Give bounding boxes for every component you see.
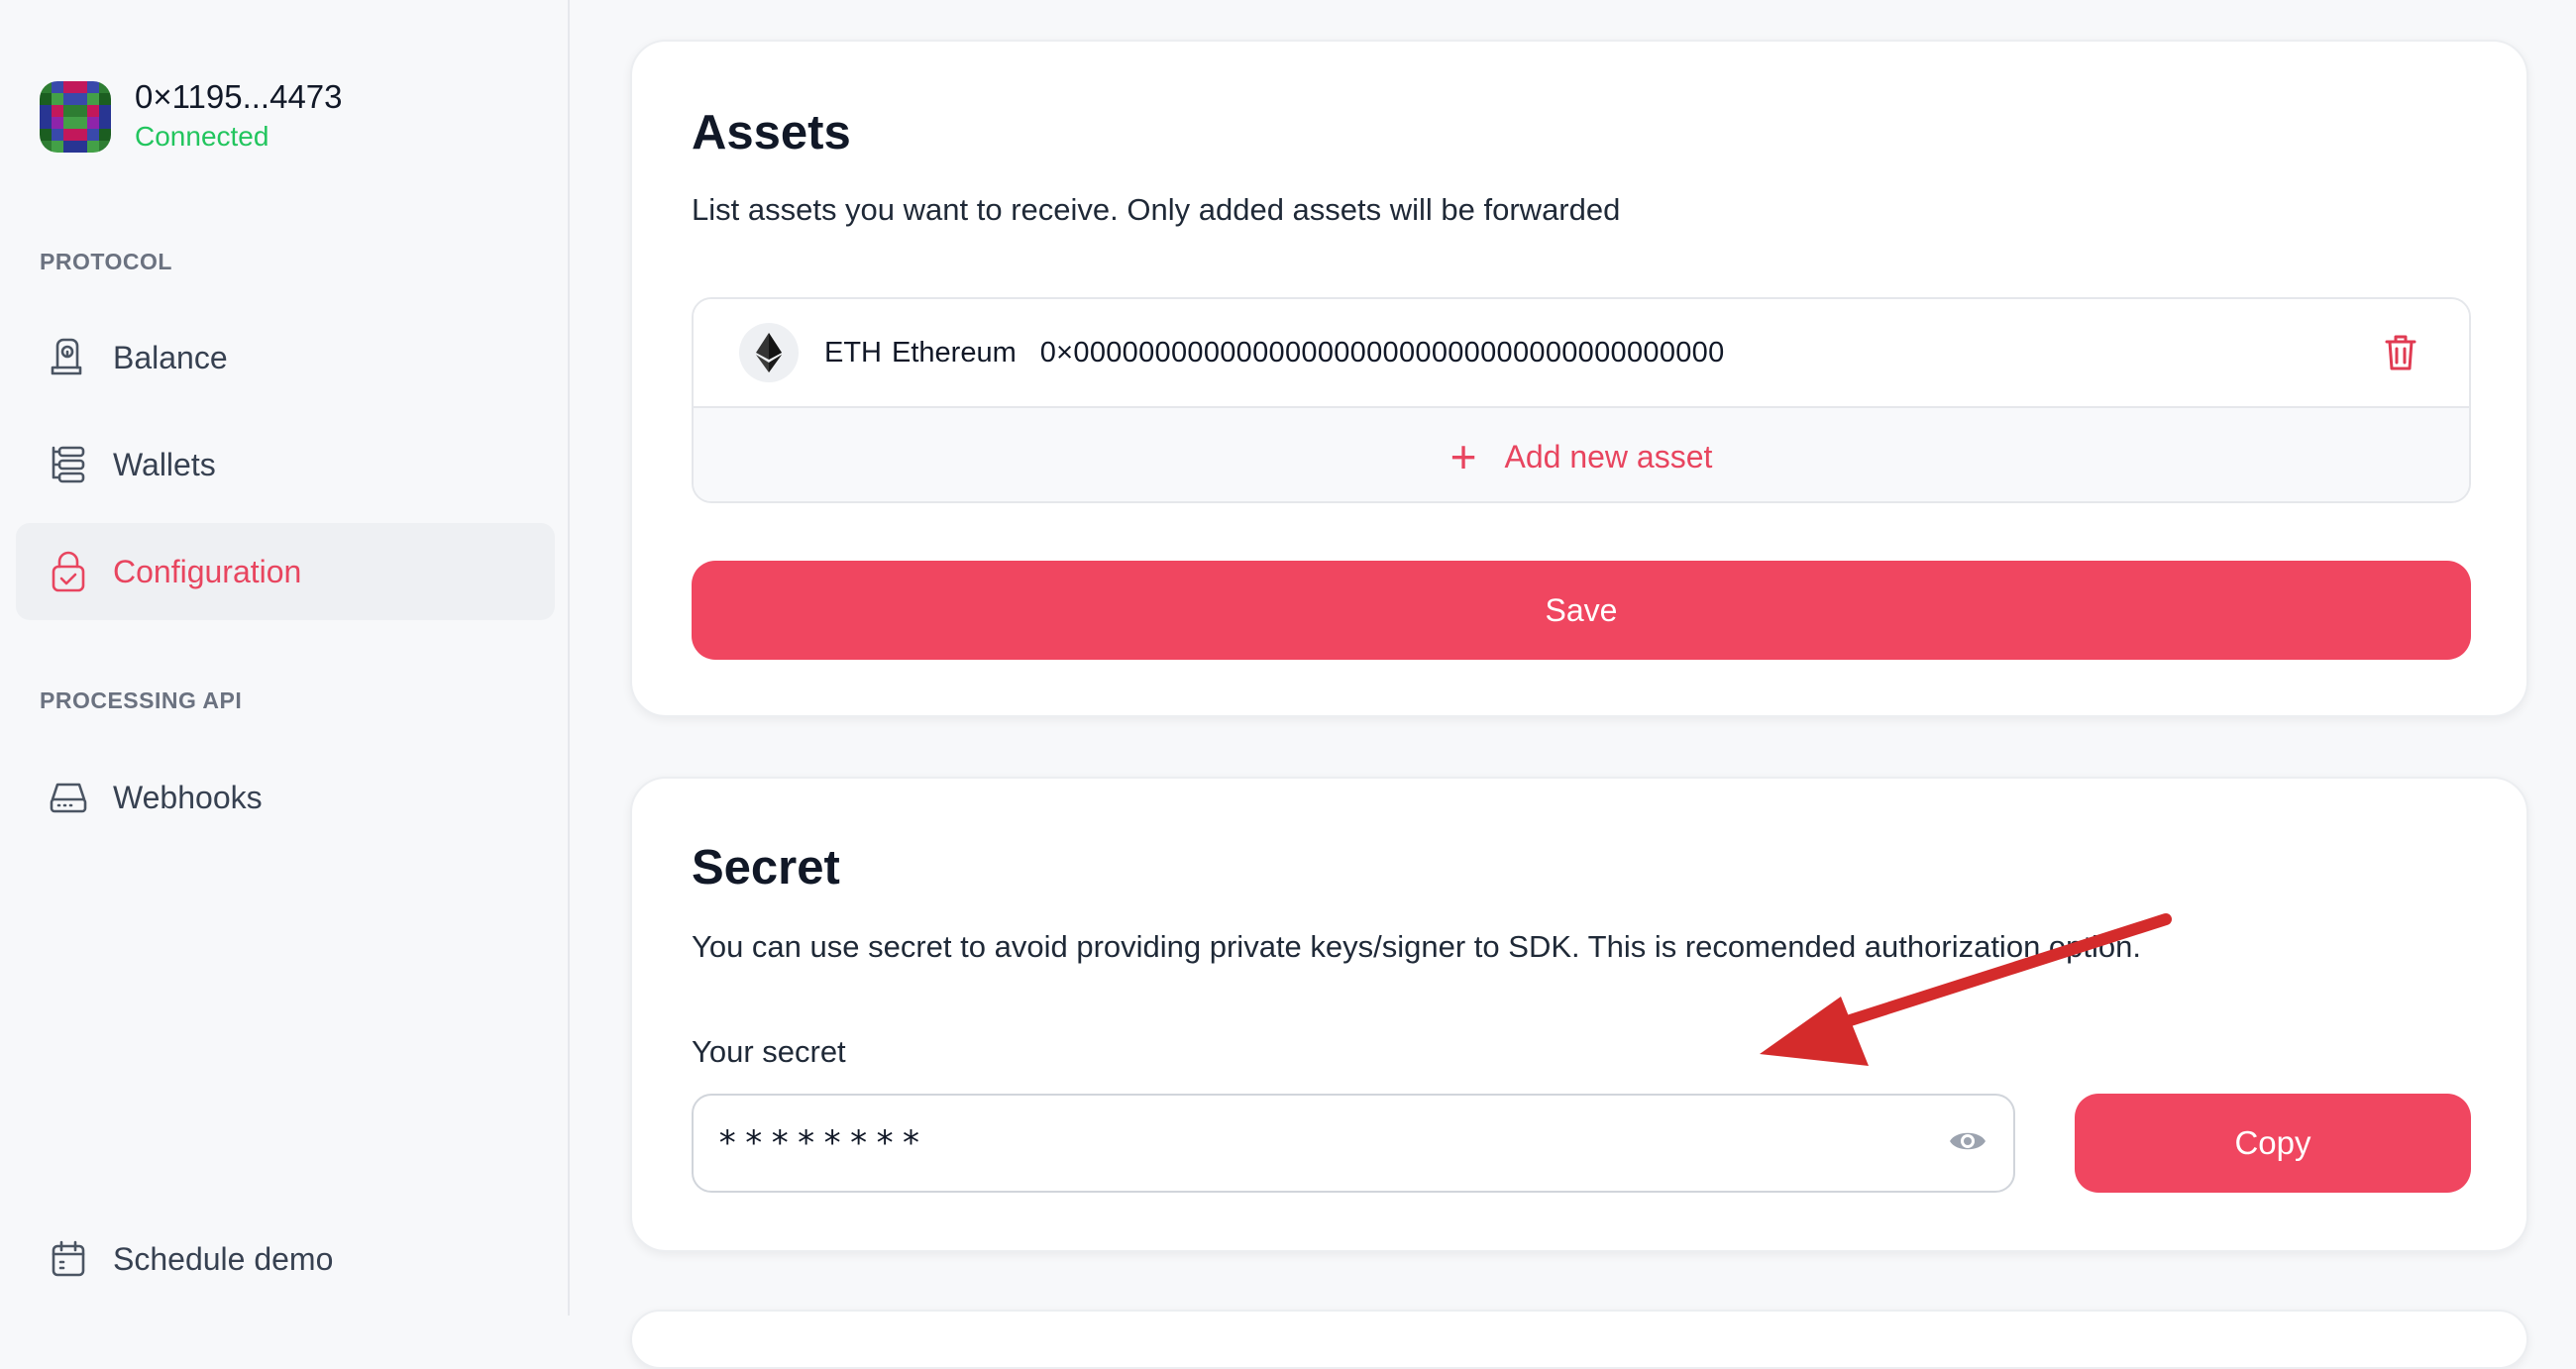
assets-card: Assets List assets you want to receive. … — [630, 40, 2528, 717]
balance-icon — [48, 337, 89, 378]
secret-value: ******** — [717, 1123, 927, 1163]
secret-description: You can use secret to avoid providing pr… — [692, 929, 2141, 964]
asset-symbol: ETH — [824, 336, 882, 369]
asset-address: 0×00000000000000000000000000000000000000… — [1039, 336, 1725, 369]
account-info[interactable]: 0×1195...4473 Connected — [40, 77, 343, 157]
account-address: 0×1195...4473 — [135, 78, 343, 115]
sidebar-item-label: Schedule demo — [113, 1240, 334, 1277]
sidebar-item-webhooks[interactable]: Webhooks — [16, 749, 555, 846]
sidebar-item-configuration[interactable]: Configuration — [16, 523, 555, 620]
webhooks-icon — [48, 777, 89, 818]
avatar — [40, 81, 111, 153]
section-label-protocol: PROTOCOL — [40, 249, 172, 274]
delete-asset-icon[interactable] — [2384, 333, 2417, 372]
save-button[interactable]: Save — [692, 561, 2471, 660]
plus-icon: + — [1449, 431, 1477, 482]
eye-icon[interactable] — [1948, 1125, 1987, 1162]
asset-row: ETH Ethereum 0×0000000000000000000000000… — [694, 299, 2469, 408]
sidebar-item-label: Webhooks — [113, 779, 263, 815]
sidebar-item-label: Configuration — [113, 553, 302, 589]
wallets-icon — [48, 444, 89, 485]
asset-name: Ethereum — [892, 336, 1017, 369]
configuration-lock-icon — [48, 551, 89, 592]
copy-button[interactable]: Copy — [2075, 1094, 2471, 1193]
sidebar-item-balance[interactable]: Balance — [16, 309, 555, 406]
sidebar: 0×1195...4473 Connected PROTOCOL Balance… — [0, 0, 570, 1316]
asset-list: ETH Ethereum 0×0000000000000000000000000… — [692, 297, 2471, 503]
add-new-asset-button[interactable]: + Add new asset — [694, 408, 2469, 501]
assets-title: Assets — [692, 106, 851, 159]
next-card — [630, 1310, 2528, 1369]
sidebar-item-label: Balance — [113, 339, 228, 375]
assets-description: List assets you want to receive. Only ad… — [692, 192, 1621, 227]
sidebar-item-label: Wallets — [113, 446, 216, 482]
secret-input[interactable]: ******** — [692, 1094, 2015, 1193]
secret-field-label: Your secret — [692, 1034, 846, 1069]
sidebar-item-wallets[interactable]: Wallets — [16, 416, 555, 513]
ethereum-icon — [739, 323, 799, 382]
sidebar-item-schedule-demo[interactable]: Schedule demo — [16, 1211, 555, 1308]
connection-status: Connected — [135, 121, 269, 152]
calendar-icon — [48, 1238, 89, 1280]
add-new-asset-label: Add new asset — [1504, 438, 1713, 474]
secret-title: Secret — [692, 841, 840, 895]
section-label-processing-api: PROCESSING API — [40, 687, 243, 713]
secret-card: Secret You can use secret to avoid provi… — [630, 777, 2528, 1252]
